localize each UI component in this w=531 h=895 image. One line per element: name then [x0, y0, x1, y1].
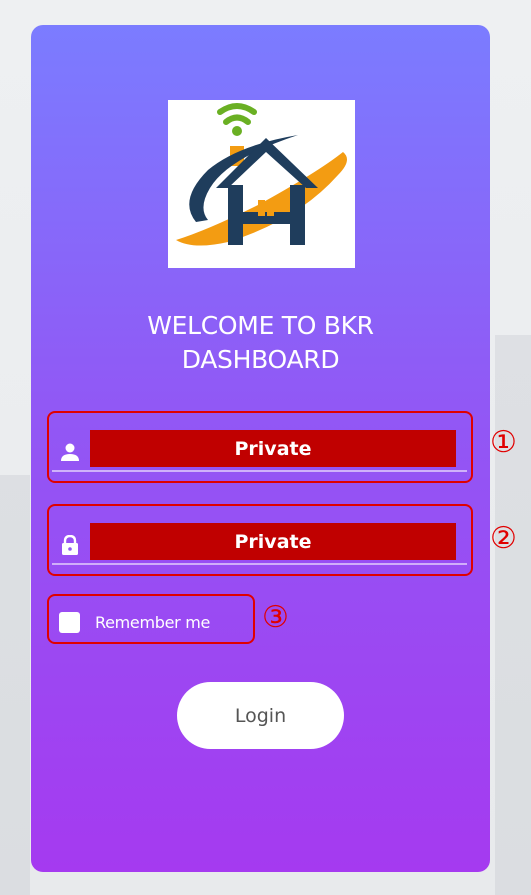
house-wifi-logo-icon	[176, 103, 347, 246]
annotation-label-2: ②	[490, 521, 517, 556]
background-building	[495, 335, 531, 895]
annotation-box-2	[47, 504, 473, 576]
annotation-label-3: ③	[262, 600, 289, 635]
app-logo	[168, 100, 355, 268]
background-building	[0, 475, 30, 895]
annotation-label-1: ①	[490, 425, 517, 460]
welcome-line-1: WELCOME TO BKR	[147, 311, 374, 340]
welcome-line-2: DASHBOARD	[181, 345, 340, 374]
login-button[interactable]: Login	[177, 682, 344, 749]
annotation-box-3	[47, 594, 255, 644]
annotation-box-1	[47, 411, 473, 483]
welcome-heading: WELCOME TO BKR DASHBOARD	[31, 309, 490, 377]
